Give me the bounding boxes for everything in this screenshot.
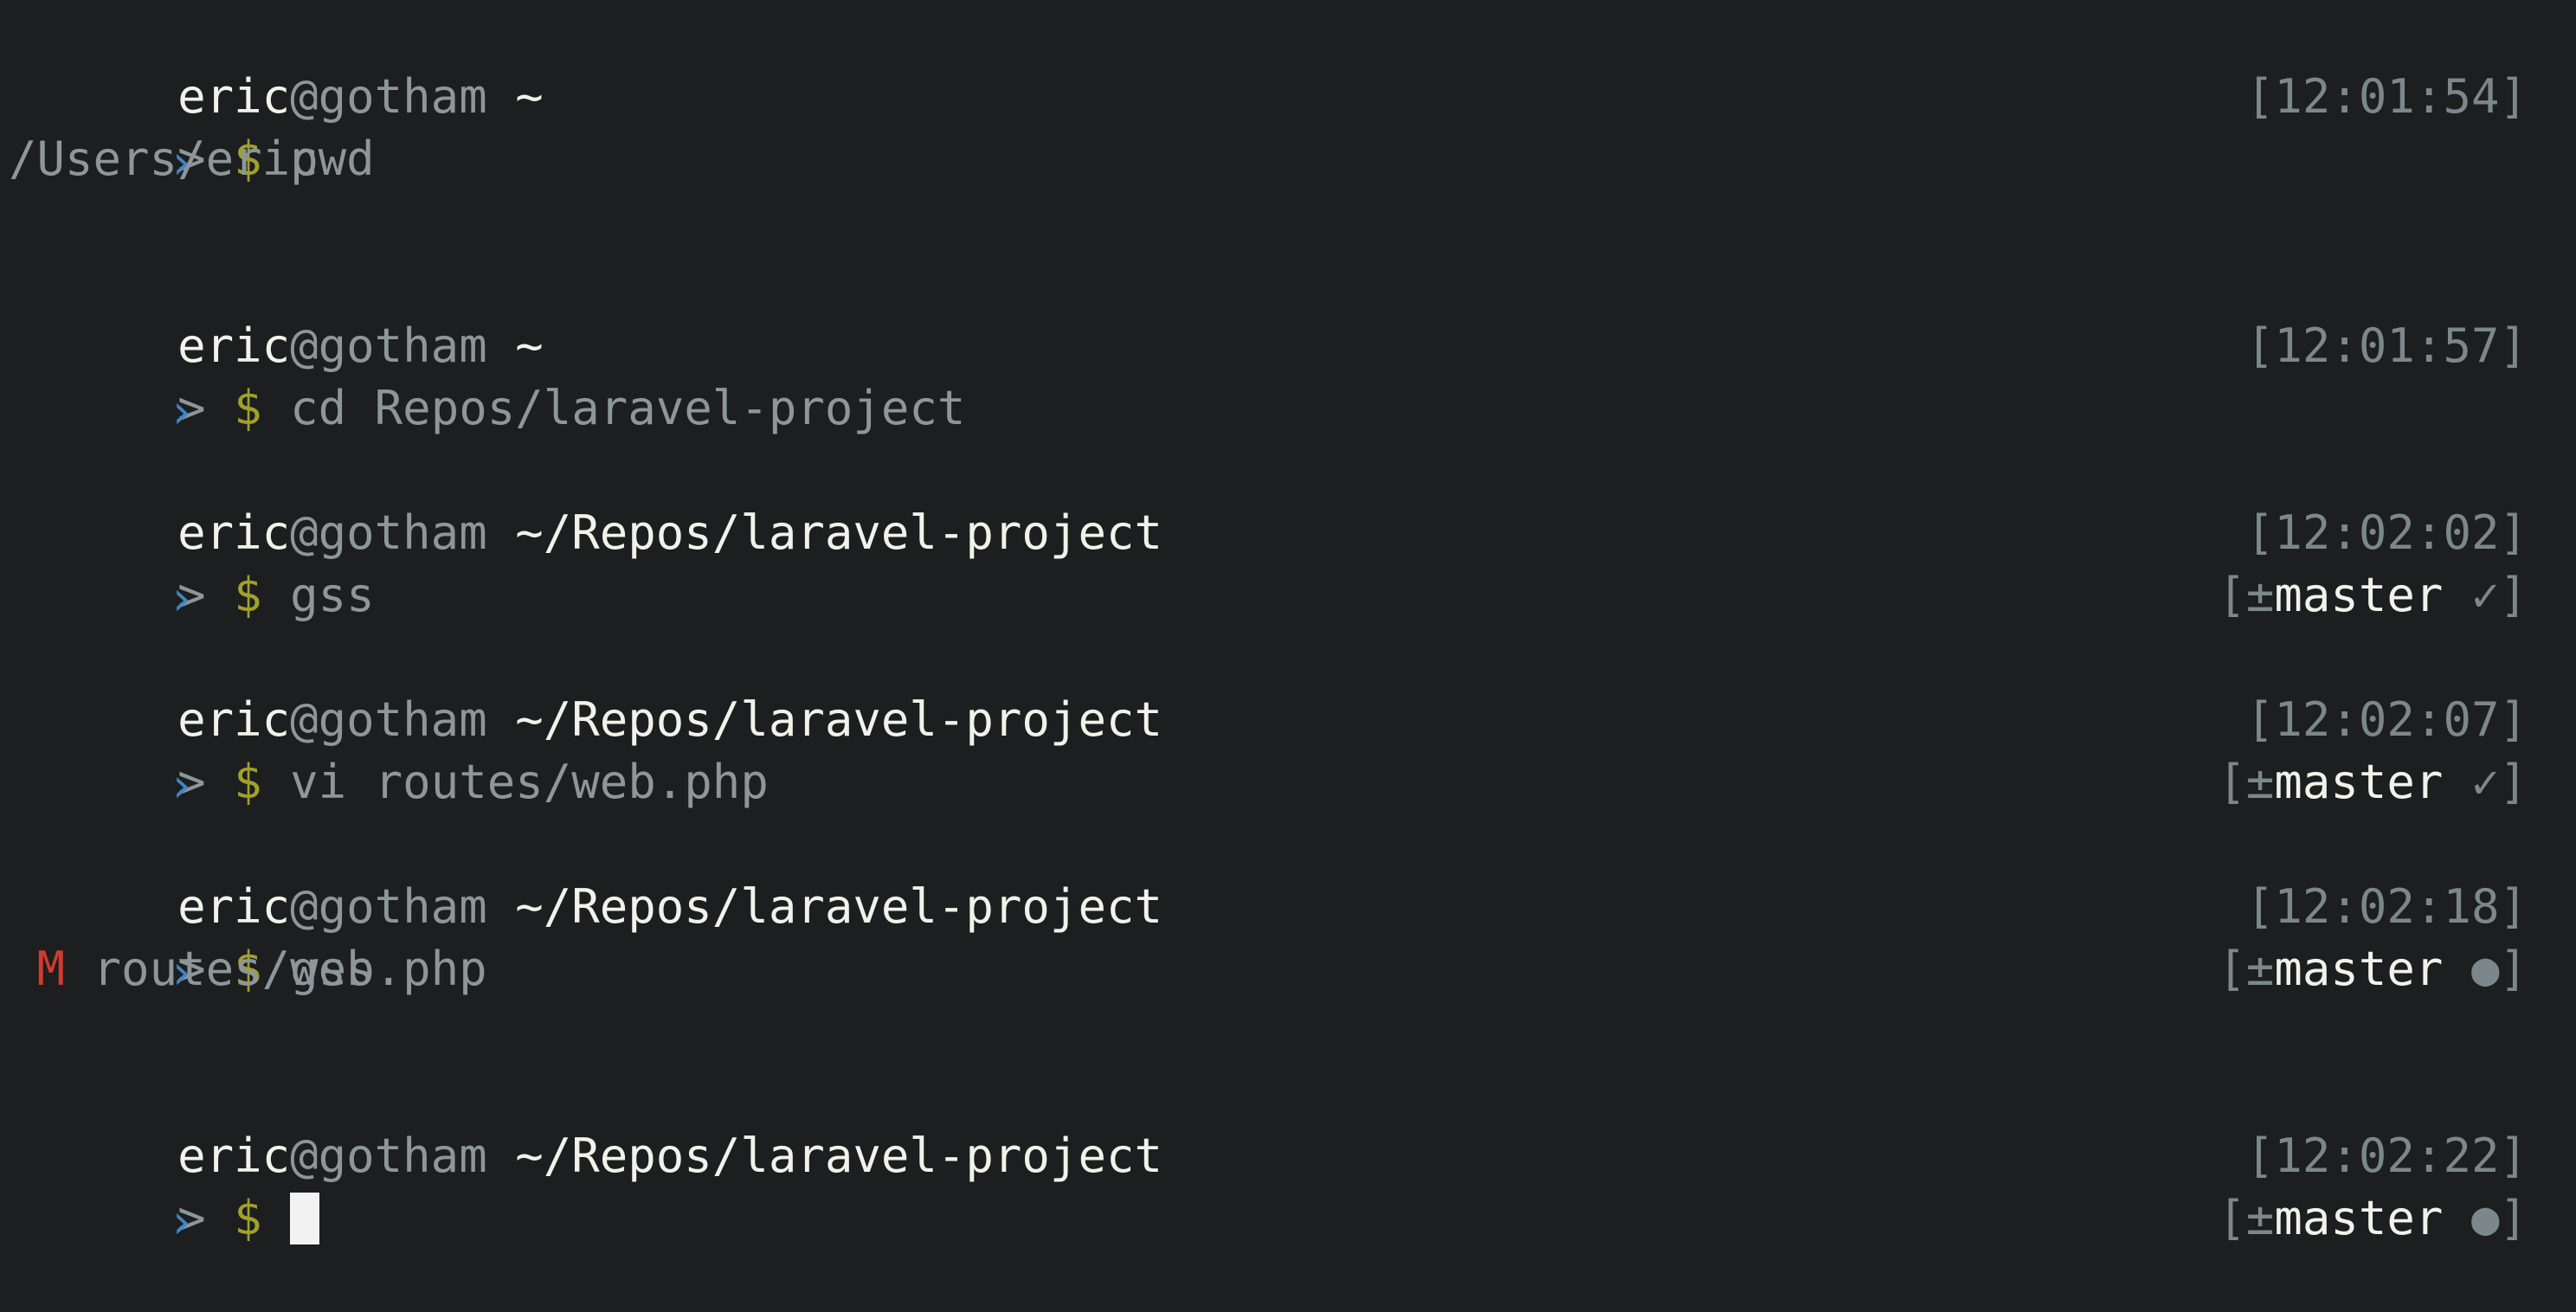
git-bracket-close: ] <box>2499 755 2528 809</box>
command-line: › > $ vi routes/web.php [±master ✓] <box>0 689 2576 813</box>
git-plus-minus-icon: ± <box>2245 568 2275 622</box>
prompt-marker-icon: › <box>167 758 196 813</box>
git-branch: master <box>2274 755 2444 809</box>
git-dirty-dot-icon: ● <box>2470 1191 2500 1245</box>
terminal-window[interactable]: eric@gotham ~ [12:01:54] › > $ pwd /Users… <box>0 0 2576 1312</box>
git-branch: master <box>2274 1191 2444 1245</box>
prompt-header: eric@gotham ~/Repos/laravel-project [12:… <box>0 440 2576 560</box>
prompt-header: eric@gotham ~/Repos/laravel-project [12:… <box>0 627 2576 747</box>
command-line: › > $ gss [±master ✓] <box>0 502 2576 626</box>
prompt-header: eric@gotham ~/Repos/laravel-project [12:… <box>0 814 2576 934</box>
command-output: /Users/eric <box>0 128 2576 190</box>
git-bracket-close: ] <box>2499 568 2528 622</box>
git-plus-minus-icon: ± <box>2245 1191 2275 1245</box>
prompt-dollar: $ <box>234 755 262 809</box>
git-clean-check-icon: ✓ <box>2470 755 2500 809</box>
prompt-marker-icon: › <box>167 384 196 439</box>
git-status-output: M routes/web.php <box>0 938 2576 1000</box>
git-bracket-open: [ <box>2218 755 2246 809</box>
modified-file: routes/web.php <box>93 942 487 996</box>
command-text: cd Repos/laravel-project <box>290 381 966 435</box>
prompt-header: eric@gotham ~/Repos/laravel-project [12:… <box>0 1063 2576 1183</box>
modified-flag: M <box>36 942 66 996</box>
prompt-marker-icon: › <box>167 571 196 626</box>
command-line: › > $ cd Repos/laravel-project <box>0 315 2576 439</box>
git-clean-check-icon: ✓ <box>2470 568 2500 622</box>
git-plus-minus-icon: ± <box>2245 755 2275 809</box>
git-status: [±master ●] <box>2049 1125 2528 1312</box>
command-text: gss <box>290 568 375 622</box>
prompt-marker-icon: › <box>167 1194 196 1249</box>
command-line: › > $ pwd <box>0 66 2576 190</box>
git-branch: master <box>2274 568 2444 622</box>
prompt-dollar: $ <box>234 568 262 622</box>
git-bracket-open: [ <box>2218 1191 2246 1245</box>
command-line: › > $ gss [±master ●] <box>0 876 2576 1000</box>
output-text: /Users/eric <box>9 132 319 186</box>
command-text: vi routes/web.php <box>290 755 769 809</box>
prompt-header: eric@gotham ~ [12:01:54] <box>0 3 2576 124</box>
text-cursor <box>290 1193 320 1245</box>
prompt-dollar: $ <box>234 1191 262 1245</box>
git-bracket-close: ] <box>2499 1191 2528 1245</box>
command-line-active[interactable]: › > $ [±master ●] <box>0 1125 2576 1249</box>
git-bracket-open: [ <box>2218 568 2246 622</box>
prompt-header: eric@gotham ~ [12:01:57] <box>0 253 2576 373</box>
prompt-dollar: $ <box>234 381 262 435</box>
